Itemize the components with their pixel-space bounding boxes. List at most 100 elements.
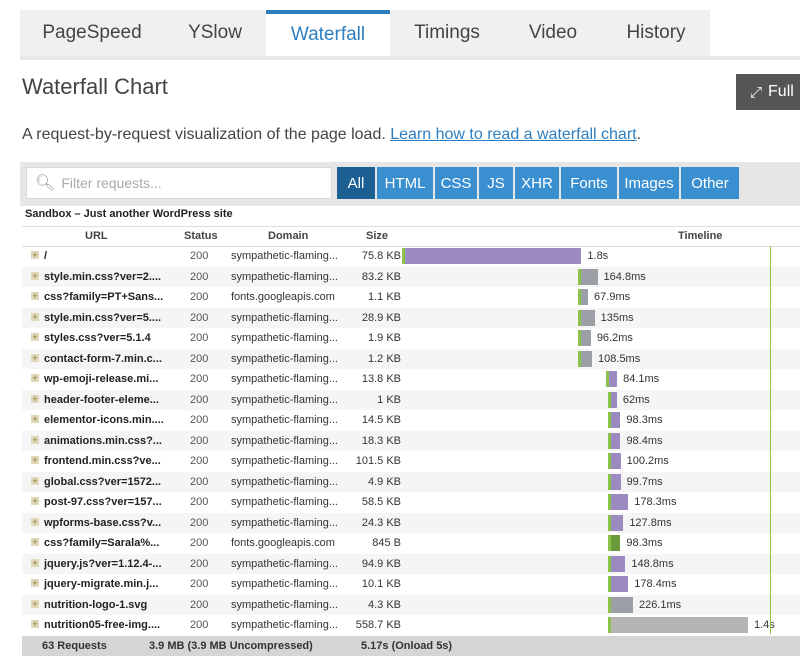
timeline-bar[interactable] [610,432,621,449]
request-row[interactable]: + elementor-icons.min.... 200 sympathetic-f… [22,410,800,430]
search-icon: 🔍︎ [35,175,56,192]
request-status: 200 [190,311,209,324]
request-row[interactable]: + / 200 sympathetic-flaming... 75.8 KB 1.8s [22,246,800,266]
table-header: URL Status Domain Size Timeline [22,226,800,247]
request-row[interactable]: + animations.min.css?... 200 sympathetic-fl… [22,430,800,451]
expand-row-icon[interactable]: + [31,599,39,608]
filter-js-button[interactable]: JS [479,167,513,199]
timeline-bar[interactable] [610,391,617,408]
request-duration: 108.5ms [598,352,641,365]
expand-row-icon[interactable]: + [31,415,39,424]
request-duration: 178.3ms [634,496,677,508]
timeline-bar[interactable] [581,309,595,326]
tab-timings[interactable]: Timings [390,10,504,56]
expand-row-icon[interactable]: + [31,476,39,485]
timeline-bar[interactable] [581,350,593,367]
tab-yslow[interactable]: YSlow [164,10,266,56]
expand-row-icon[interactable]: + [31,579,39,588]
timeline-bar[interactable] [610,453,621,469]
total-requests: 63 Requests [42,640,107,652]
learn-waterfall-link[interactable]: Learn how to read a waterfall chart [390,126,636,143]
summary-footer: 63 Requests 3.9 MB (3.9 MB Uncompressed)… [22,636,800,656]
timeline-bar[interactable] [610,412,621,428]
expand-row-icon[interactable]: + [31,271,39,280]
timeline-bar[interactable] [608,371,618,387]
request-status: 200 [190,475,209,488]
request-domain: sympathetic-flaming... [231,311,338,324]
timeline-bar[interactable] [610,473,621,490]
expand-row-icon[interactable]: + [31,333,39,342]
request-size: 101.5 KB [355,455,401,467]
site-title: Sandbox – Just another WordPress site [25,208,233,220]
expand-row-icon[interactable]: + [31,353,39,362]
filter-xhr-button[interactable]: XHR [515,167,559,199]
expand-row-icon[interactable]: + [31,394,39,403]
full-screen-button[interactable]: ⤢ Full [736,74,800,110]
filter-html-button[interactable]: HTML [377,167,433,199]
expand-row-icon[interactable]: + [31,538,39,547]
expand-row-icon[interactable]: + [31,558,39,567]
request-row[interactable]: + wp-emoji-release.mi... 200 sympathetic-fl… [22,369,800,389]
expand-row-icon[interactable]: + [31,517,39,526]
request-row[interactable]: + post-97.css?ver=157... 200 sympathetic-fl… [22,492,800,512]
search-input[interactable]: 🔍︎ Filter requests... [26,167,332,199]
col-size[interactable]: Size [366,230,388,242]
tab-waterfall[interactable]: Waterfall [266,10,390,56]
filter-css-button[interactable]: CSS [435,167,477,199]
request-row[interactable]: + frontend.min.css?ve... 200 sympathetic-fl… [22,451,800,471]
filter-fonts-button[interactable]: Fonts [561,167,617,199]
request-row[interactable]: + css?family=PT+Sans... 200 fonts.googleapi… [22,287,800,307]
request-status: 200 [190,619,209,631]
request-row[interactable]: + jquery-migrate.min.j... 200 sympathetic-f… [22,574,800,594]
request-domain: sympathetic-flaming... [231,434,338,447]
timeline-bar[interactable] [610,494,629,510]
timeline-bar[interactable] [581,330,591,346]
tab-pagespeed[interactable]: PageSpeed [20,10,164,56]
col-status[interactable]: Status [184,230,218,242]
expand-row-icon[interactable]: + [31,374,39,383]
timeline-bar[interactable] [610,617,748,633]
filter-images-button[interactable]: Images [619,167,679,199]
col-domain[interactable]: Domain [268,230,308,242]
filter-all-button[interactable]: All [337,167,375,199]
expand-row-icon[interactable]: + [31,312,39,321]
expand-row-icon[interactable]: + [31,435,39,444]
request-row[interactable]: + nutrition05-free-img.... 200 sympathetic-… [22,615,800,635]
request-row[interactable]: + styles.css?ver=5.1.4 200 sympathetic-flam… [22,328,800,348]
expand-row-icon[interactable]: + [31,497,39,506]
expand-row-icon[interactable]: + [31,292,39,301]
request-row[interactable]: + global.css?ver=1572... 200 sympathetic-fl… [22,471,800,492]
col-url[interactable]: URL [85,230,108,242]
timeline-bar[interactable] [610,555,626,572]
request-row[interactable]: + jquery.js?ver=1.12.4-... 200 sympathetic-… [22,553,800,574]
expand-row-icon[interactable]: + [31,620,39,629]
request-duration: 99.7ms [626,475,663,488]
request-row[interactable]: + nutrition-logo-1.svg 200 sympathetic-flam… [22,594,800,615]
expand-row-icon[interactable]: + [31,251,39,260]
request-row[interactable]: + header-footer-eleme... 200 sympathetic-fl… [22,389,800,410]
expand-row-icon[interactable]: + [31,456,39,465]
request-duration: 226.1ms [638,598,682,611]
request-duration: 98.3ms [626,414,663,426]
timeline-bar[interactable] [610,576,629,592]
tab-video[interactable]: Video [504,10,602,56]
tab-underline [20,56,800,60]
timeline-bar[interactable] [581,268,598,285]
request-row[interactable]: + contact-form-7.min.c... 200 sympathetic-f… [22,348,800,369]
timeline-bar[interactable] [610,596,633,613]
request-row[interactable]: + style.min.css?ver=5.... 200 sympathetic-f… [22,307,800,328]
filter-other-button[interactable]: Other [681,167,739,199]
timeline-bar[interactable] [405,248,582,264]
request-status: 200 [190,516,209,529]
request-row[interactable]: + wpforms-base.css?v... 200 sympathetic-fla… [22,512,800,533]
timeline-bar[interactable] [581,289,589,305]
timeline-bar[interactable] [610,535,621,551]
request-row[interactable]: + style.min.css?ver=2.... 200 sympathetic-f… [22,266,800,287]
request-row[interactable]: + css?family=Sarala%... 200 fonts.googleapi… [22,533,800,553]
request-status: 200 [190,414,209,426]
col-timeline[interactable]: Timeline [678,230,722,242]
description-text: A request-by-request visualization of th… [22,126,391,143]
tab-history[interactable]: History [602,10,710,56]
timeline-bar[interactable] [610,514,624,531]
request-url: post-97.css?ver=157... [44,496,162,508]
